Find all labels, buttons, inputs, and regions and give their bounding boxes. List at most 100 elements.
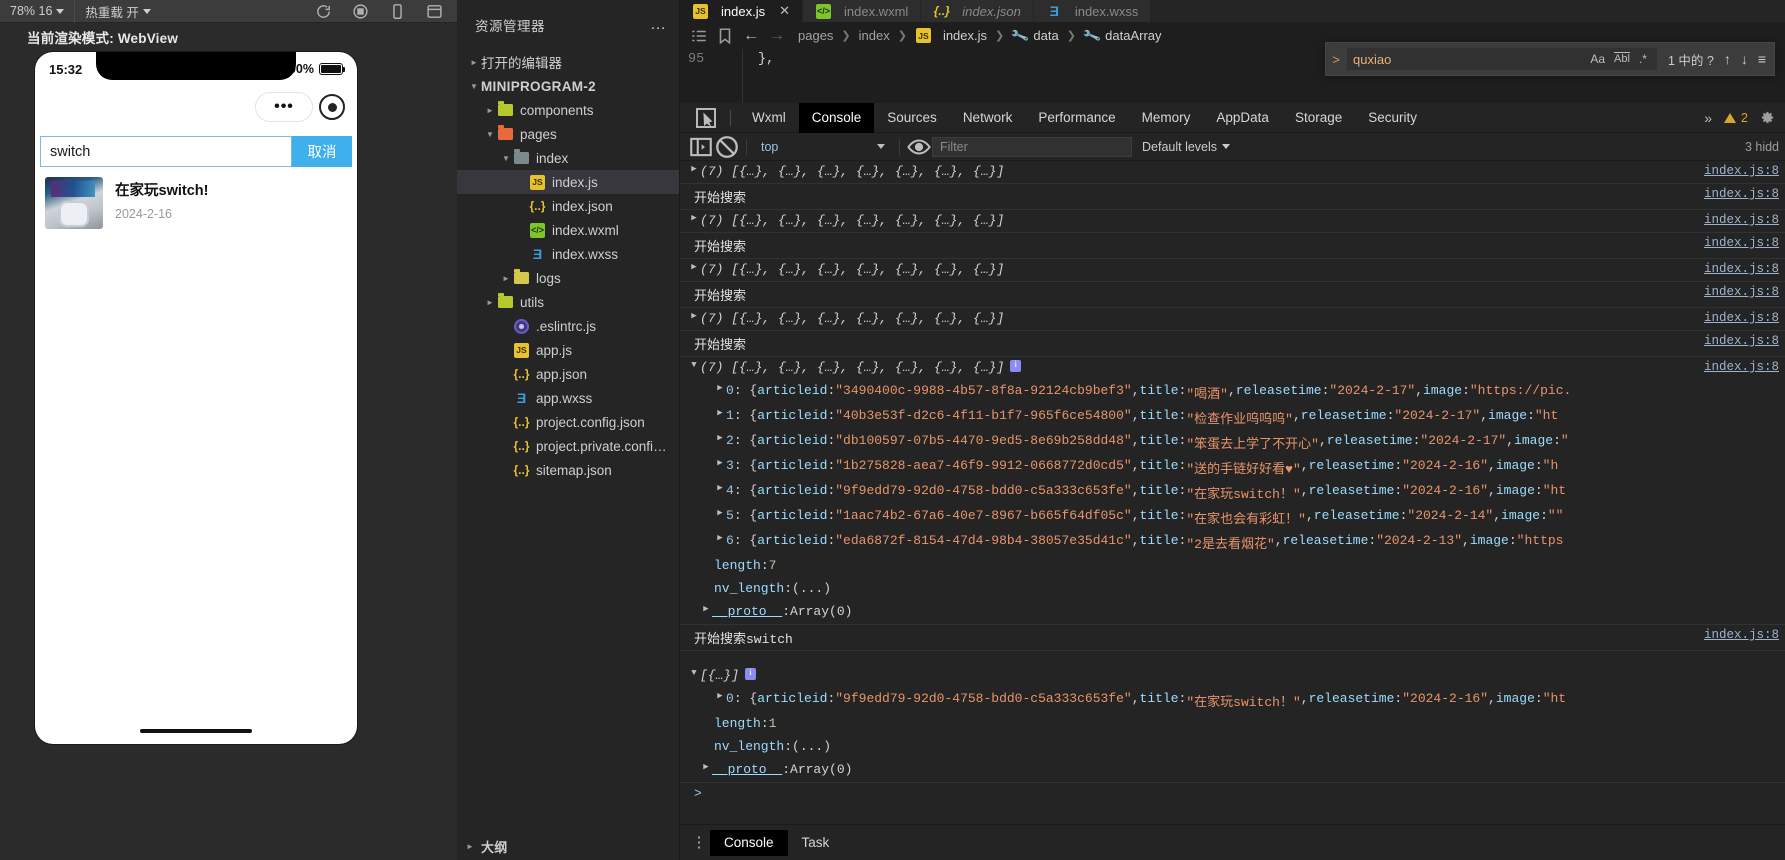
breadcrumb-item-dataArray[interactable]: 🔧 dataArray	[1082, 25, 1162, 45]
array-entry[interactable]: ▶ 5: {articleid: "1aac74b2-67a6-40e7-8967…	[680, 505, 1785, 530]
regex-icon[interactable]: .*	[1639, 52, 1647, 66]
devtools-tab-performance[interactable]: Performance	[1025, 103, 1128, 133]
tree-item-app-js[interactable]: JS app.js	[457, 338, 679, 362]
devtools-tab-security[interactable]: Security	[1355, 103, 1430, 133]
log-source-link[interactable]: index.js:8	[1704, 334, 1785, 348]
tree-item--[interactable]: 打开的编辑器	[457, 50, 679, 74]
expand-arrow-icon[interactable]: ▶	[688, 164, 700, 174]
console-log-array-expanded[interactable]: ▼ [{…}]	[680, 665, 1785, 688]
compile-icon[interactable]	[426, 3, 443, 20]
log-source-link[interactable]: index.js:8	[1704, 164, 1785, 178]
list-item[interactable]: 在家玩switch! 2024-2-16	[35, 167, 357, 241]
console-log-array[interactable]: ▶ (7) [{…}, {…}, {…}, {…}, {…}, {…}, {…}]…	[680, 259, 1785, 282]
drawer-more-icon[interactable]: ⋮	[688, 835, 710, 850]
close-capsule-icon[interactable]	[319, 94, 345, 120]
live-expression-icon[interactable]	[906, 136, 932, 158]
gear-icon[interactable]	[1760, 110, 1775, 125]
console-log-array[interactable]: ▶ (7) [{…}, {…}, {…}, {…}, {…}, {…}, {…}]…	[680, 161, 1785, 184]
log-source-link[interactable]: index.js:8	[1704, 628, 1785, 642]
expand-arrow-icon[interactable]: ▶	[700, 604, 712, 614]
search-cancel-button[interactable]: 取消	[292, 136, 352, 167]
log-source-link[interactable]: index.js:8	[1704, 187, 1785, 201]
devtools-tab-memory[interactable]: Memory	[1129, 103, 1204, 133]
tree-item-app-json[interactable]: {..} app.json	[457, 362, 679, 386]
clear-console-icon[interactable]	[714, 135, 740, 158]
collapse-arrow-icon[interactable]: ▼	[688, 668, 700, 678]
console-log-text[interactable]: 开始搜索 index.js:8	[680, 184, 1785, 210]
chevron-down-icon[interactable]	[467, 82, 481, 91]
expand-arrow-icon[interactable]: ▶	[688, 311, 700, 321]
more-tabs-icon[interactable]: »	[1704, 110, 1712, 126]
array-entry[interactable]: ▶ 0: {articleid: "9f9edd79-92d0-4758-bdd0…	[680, 688, 1785, 713]
tree-item-logs[interactable]: logs	[457, 266, 679, 290]
zoom-selector[interactable]: 78% 16	[0, 0, 76, 23]
tree-item-app-wxss[interactable]: Ǝapp.wxss	[457, 386, 679, 410]
breadcrumb-item-pages[interactable]: pages	[798, 28, 833, 43]
back-arrow-icon[interactable]: ←	[742, 27, 760, 45]
log-source-link[interactable]: index.js:8	[1704, 213, 1785, 227]
log-levels-selector[interactable]: Default levels	[1132, 140, 1231, 154]
expand-arrow-icon[interactable]: ▶	[688, 213, 700, 223]
filter-input[interactable]: Filter	[932, 136, 1132, 157]
array-proto[interactable]: ▶ __proto__: Array(0)	[680, 601, 1785, 624]
phone-simulator[interactable]: 15:32 100% ••• switch 取消 在家玩switch! 2024…	[35, 52, 357, 744]
forward-arrow-icon[interactable]: →	[768, 27, 786, 45]
tree-item-index-wxml[interactable]: </> index.wxml	[457, 218, 679, 242]
search-input[interactable]: switch	[40, 136, 292, 167]
find-in-selection-icon[interactable]: ≡	[1758, 51, 1766, 67]
tree-item-index-json[interactable]: {..} index.json	[457, 194, 679, 218]
devtools-tab-storage[interactable]: Storage	[1282, 103, 1355, 133]
tree-item-index[interactable]: index	[457, 146, 679, 170]
find-next-icon[interactable]: ↓	[1741, 51, 1748, 67]
expand-arrow-icon[interactable]: ▶	[714, 533, 726, 543]
array-entry[interactable]: ▶ 3: {articleid: "1b275828-aea7-46f9-9912…	[680, 455, 1785, 480]
array-entry[interactable]: ▶ 2: {articleid: "db100597-07b5-4470-9ed5…	[680, 430, 1785, 455]
match-case-icon[interactable]: Aa	[1590, 52, 1605, 66]
log-source-link[interactable]: index.js:8	[1704, 236, 1785, 250]
expand-arrow-icon[interactable]: ▶	[714, 458, 726, 468]
tree-item-miniprogram-2[interactable]: MINIPROGRAM-2	[457, 74, 679, 98]
whole-word-icon[interactable]: Abl	[1614, 53, 1630, 65]
warning-badge[interactable]: 2	[1724, 111, 1748, 125]
tree-item-utils[interactable]: utils	[457, 290, 679, 314]
devtools-tab-appdata[interactable]: AppData	[1203, 103, 1282, 133]
console-prompt[interactable]: >	[680, 783, 1785, 806]
tree-item-project-private-config-js-[interactable]: {..} project.private.config.js...	[457, 434, 679, 458]
outline-section[interactable]: 大纲	[457, 832, 679, 860]
tree-item-pages[interactable]: pages	[457, 122, 679, 146]
editor-tab-index-js[interactable]: JS index.js ✕	[680, 0, 803, 22]
console-output[interactable]: ▶ (7) [{…}, {…}, {…}, {…}, {…}, {…}, {…}]…	[680, 161, 1785, 824]
refresh-icon[interactable]	[315, 3, 332, 20]
devtools-tab-wxml[interactable]: Wxml	[739, 103, 799, 133]
editor-tab-index-wxml[interactable]: </> index.wxml	[802, 0, 922, 22]
breadcrumb-item-index-js[interactable]: JS index.js	[915, 27, 987, 44]
footer-tab-console[interactable]: Console	[710, 829, 788, 856]
expand-arrow-icon[interactable]: ▶	[714, 383, 726, 393]
chevron-right-icon[interactable]: >	[1326, 52, 1346, 67]
chevron-down-icon[interactable]	[499, 154, 513, 163]
chevron-right-icon[interactable]	[483, 106, 497, 115]
devtools-tab-sources[interactable]: Sources	[874, 103, 950, 133]
expand-arrow-icon[interactable]: ▶	[714, 508, 726, 518]
bookmark-icon[interactable]	[716, 27, 734, 45]
chevron-right-icon[interactable]	[499, 274, 513, 283]
outline-list-icon[interactable]	[690, 27, 708, 45]
more-button[interactable]: •••	[255, 92, 313, 122]
collapse-arrow-icon[interactable]: ▼	[688, 360, 700, 370]
expand-arrow-icon[interactable]: ▶	[714, 433, 726, 443]
inspect-element-icon[interactable]	[694, 107, 718, 128]
array-entry[interactable]: ▶ 6: {articleid: "eda6872f-8154-47d4-98b4…	[680, 530, 1785, 555]
array-entry[interactable]: ▶ 0: {articleid: "3490400c-9988-4b57-8f8a…	[680, 380, 1785, 405]
console-log-text[interactable]: 开始搜索 index.js:8	[680, 233, 1785, 259]
explorer-more-icon[interactable]: …	[650, 17, 667, 33]
tree-item-components[interactable]: components	[457, 98, 679, 122]
footer-tab-task[interactable]: Task	[788, 830, 844, 856]
devtools-tab-network[interactable]: Network	[950, 103, 1026, 133]
capsule-buttons[interactable]: •••	[255, 92, 345, 122]
close-icon[interactable]: ✕	[779, 3, 790, 19]
phone-icon[interactable]	[389, 3, 406, 20]
expand-arrow-icon[interactable]: ▶	[688, 262, 700, 272]
find-previous-icon[interactable]: ↑	[1724, 51, 1731, 67]
chevron-down-icon[interactable]	[483, 130, 497, 139]
console-log-text[interactable]: 开始搜索 index.js:8	[680, 331, 1785, 357]
